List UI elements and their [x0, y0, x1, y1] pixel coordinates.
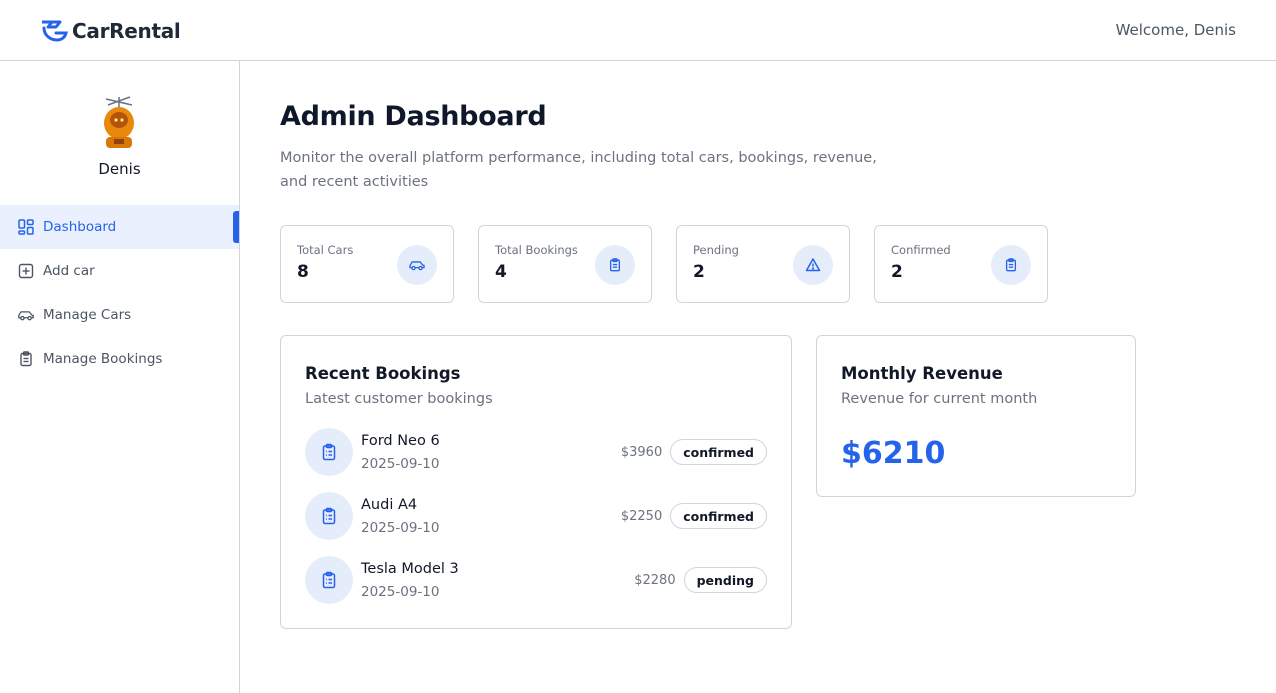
brand-logo[interactable]: CarRental [40, 18, 181, 44]
clipboard-icon [305, 556, 353, 604]
booking-car-name: Tesla Model 3 [361, 561, 459, 577]
stat-card-total-bookings: Total Bookings 4 [478, 225, 652, 303]
sidebar-item-label: Manage Cars [43, 307, 132, 323]
stat-value: 2 [693, 262, 705, 282]
brand-name: CarRental [72, 19, 181, 43]
stat-label: Pending [693, 243, 739, 257]
dashboard-icon [17, 218, 35, 236]
sidebar-item-manage-bookings[interactable]: Manage Bookings [0, 337, 239, 381]
clipboard-icon [305, 428, 353, 476]
stat-card-total-cars: Total Cars 8 [280, 225, 454, 303]
panel-title: Monthly Revenue [841, 364, 1003, 383]
page-title: Admin Dashboard [280, 101, 547, 132]
avatar[interactable] [96, 93, 142, 151]
welcome-text: Welcome, Denis [1115, 21, 1236, 39]
booking-price: $3960 [620, 444, 663, 460]
status-badge: confirmed [670, 503, 767, 529]
sidebar: Denis Dashboard Add car Manage Cars Mana… [0, 61, 240, 693]
warning-icon [793, 245, 833, 285]
logo-icon [42, 20, 68, 42]
stat-value: 8 [297, 262, 309, 282]
booking-price: $2250 [620, 508, 663, 524]
stat-value: 4 [495, 262, 507, 282]
stat-label: Total Cars [297, 243, 354, 257]
booking-date: 2025-09-10 [361, 584, 440, 600]
clipboard-icon [17, 350, 35, 368]
booking-row[interactable]: Audi A4 2025-09-10 $2250 confirmed [305, 492, 767, 540]
stat-card-pending: Pending 2 [676, 225, 850, 303]
stat-value: 2 [891, 262, 903, 282]
booking-date: 2025-09-10 [361, 456, 440, 472]
stat-label: Confirmed [891, 243, 951, 257]
status-badge: confirmed [670, 439, 767, 465]
sidebar-username: Denis [98, 160, 141, 178]
status-badge: pending [683, 567, 767, 593]
booking-car-name: Audi A4 [361, 497, 418, 513]
recent-bookings-panel: Recent Bookings Latest customer bookings… [280, 335, 792, 629]
top-header: CarRental Welcome, Denis [0, 0, 1276, 61]
sidebar-item-manage-cars[interactable]: Manage Cars [0, 293, 239, 337]
car-icon [397, 245, 437, 285]
booking-date: 2025-09-10 [361, 520, 440, 536]
booking-price: $2280 [634, 572, 676, 588]
panel-subtitle: Revenue for current month [841, 391, 1038, 407]
car-icon [17, 306, 35, 324]
panel-title: Recent Bookings [305, 364, 461, 383]
page-subtitle: Monitor the overall platform performance… [280, 150, 877, 190]
panel-subtitle: Latest customer bookings [305, 391, 493, 407]
clipboard-icon [595, 245, 635, 285]
clipboard-icon [991, 245, 1031, 285]
booking-row[interactable]: Ford Neo 6 2025-09-10 $3960 confirmed [305, 428, 767, 476]
stat-label: Total Bookings [495, 243, 578, 257]
sidebar-item-dashboard[interactable]: Dashboard [0, 205, 239, 249]
booking-car-name: Ford Neo 6 [361, 433, 440, 449]
revenue-value: $6210 [841, 436, 946, 471]
sidebar-item-label: Manage Bookings [43, 351, 163, 367]
monthly-revenue-panel: Monthly Revenue Revenue for current mont… [816, 335, 1136, 497]
add-square-icon [17, 262, 35, 280]
sidebar-item-add-car[interactable]: Add car [0, 249, 239, 293]
sidebar-item-label: Add car [43, 263, 95, 279]
clipboard-icon [305, 492, 353, 540]
sidebar-item-label: Dashboard [43, 219, 117, 235]
booking-row[interactable]: Tesla Model 3 2025-09-10 $2280 pending [305, 556, 767, 604]
stat-card-confirmed: Confirmed 2 [874, 225, 1048, 303]
